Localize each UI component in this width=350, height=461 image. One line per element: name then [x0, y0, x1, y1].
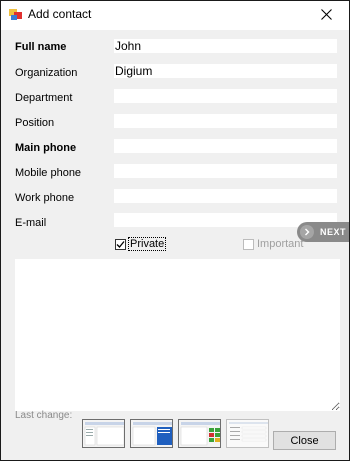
mobile-phone-field[interactable] [114, 164, 337, 178]
notes-textarea[interactable] [15, 259, 340, 411]
work-phone-label: Work phone [15, 192, 75, 204]
organization-label: Organization [15, 67, 78, 79]
email-label: E-mail [15, 217, 47, 229]
chevron-right-icon [300, 225, 314, 239]
main-phone-label: Main phone [15, 142, 77, 154]
private-checkbox-box[interactable] [115, 238, 126, 250]
full-name-label: Full name [15, 41, 67, 53]
contact-app-icon [9, 7, 23, 21]
checkmark-icon [116, 240, 125, 248]
important-checkbox[interactable]: Important [243, 238, 303, 250]
close-window-button[interactable] [303, 1, 349, 30]
department-label: Department [15, 92, 73, 104]
title-bar: Add contact [1, 1, 349, 30]
window-title: Add contact [28, 7, 92, 21]
full-name-field[interactable] [114, 39, 337, 53]
next-button[interactable]: NEXT [297, 222, 349, 242]
important-checkbox-box[interactable] [243, 238, 254, 250]
work-phone-field[interactable] [114, 189, 337, 203]
add-contact-window: Add contact Full name Organization Depar… [0, 0, 350, 461]
private-label: Private [127, 237, 167, 251]
last-change-label: Last change: [15, 410, 73, 421]
private-checkbox[interactable]: Private [115, 237, 167, 251]
mobile-phone-label: Mobile phone [15, 167, 82, 179]
history-thumbnail-1[interactable] [82, 419, 125, 448]
department-field[interactable] [114, 89, 337, 103]
next-label: NEXT [320, 227, 347, 237]
close-icon [320, 7, 332, 25]
important-label: Important [257, 238, 304, 250]
main-phone-field[interactable] [114, 139, 337, 153]
organization-field[interactable] [114, 64, 337, 78]
history-thumbnail-4[interactable] [226, 419, 269, 448]
position-label: Position [15, 117, 55, 129]
position-field[interactable] [114, 114, 337, 128]
history-thumbnail-2[interactable] [130, 419, 173, 448]
close-button[interactable]: Close [273, 431, 336, 450]
history-thumbnail-3[interactable] [178, 419, 221, 448]
